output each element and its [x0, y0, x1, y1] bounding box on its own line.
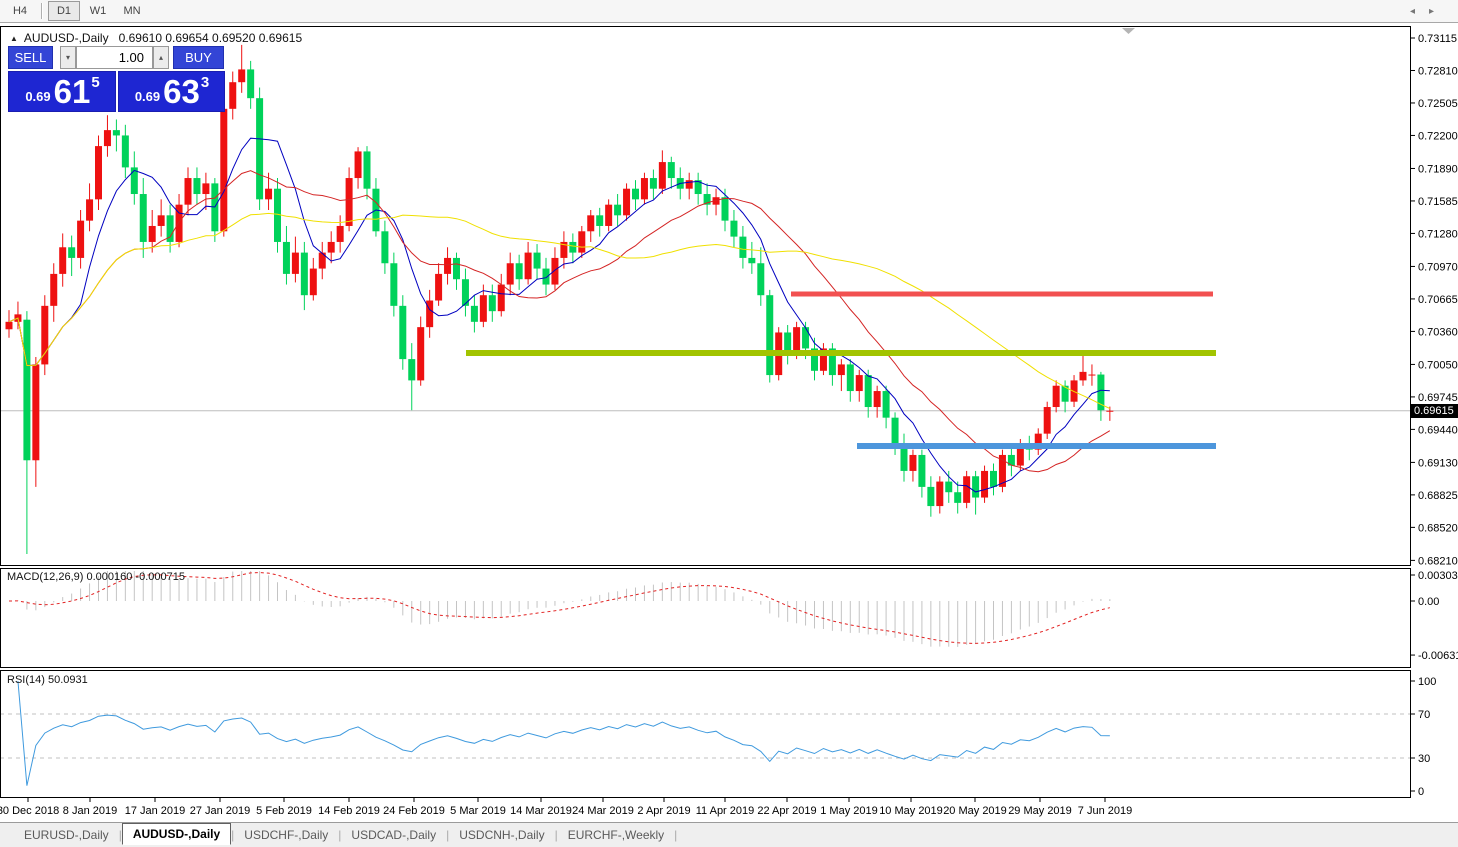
buy-button[interactable]: BUY: [173, 46, 224, 69]
buy-price-prefix: 0.69: [135, 89, 160, 104]
svg-text:5 Mar 2019: 5 Mar 2019: [450, 805, 506, 817]
sell-price-big: 61: [54, 75, 91, 108]
buy-price-pipette: 3: [201, 74, 209, 91]
tab-usdchf-daily[interactable]: USDCHF-,Daily: [234, 825, 338, 845]
volume-input[interactable]: [76, 46, 153, 69]
sell-price-pipette: 5: [91, 74, 99, 91]
sell-price-prefix: 0.69: [25, 89, 50, 104]
macd-label: MACD(12,26,9) 0.000160 -0.000715: [7, 571, 185, 583]
svg-text:0.69745: 0.69745: [1418, 392, 1458, 404]
svg-text:70: 70: [1418, 709, 1430, 721]
svg-text:8 Jan 2019: 8 Jan 2019: [63, 805, 117, 817]
svg-text:0.00: 0.00: [1418, 596, 1439, 608]
chart-title: ▲ AUDUSD-,Daily 0.69610 0.69654 0.69520 0.…: [10, 31, 302, 45]
svg-text:0: 0: [1418, 786, 1424, 798]
trading-platform-window: H4D1W1MN 0.731150.728100.725050.722000.7…: [0, 0, 1458, 847]
svg-text:0.69130: 0.69130: [1418, 457, 1458, 469]
tab-scroll-left-icon[interactable]: ◂: [1410, 6, 1429, 17]
svg-text:1 May 2019: 1 May 2019: [820, 805, 877, 817]
svg-text:2 Apr 2019: 2 Apr 2019: [637, 805, 690, 817]
tab-eurusd-daily[interactable]: EURUSD-,Daily: [14, 825, 119, 845]
svg-text:29 May 2019: 29 May 2019: [1008, 805, 1072, 817]
svg-text:0.68825: 0.68825: [1418, 490, 1458, 502]
svg-text:24 Feb 2019: 24 Feb 2019: [383, 805, 445, 817]
symbol-period-label: AUDUSD-,Daily: [24, 31, 109, 45]
tab-scroll-right-icon[interactable]: ▸: [1429, 6, 1448, 17]
tab-usdcad-daily[interactable]: USDCAD-,Daily: [341, 825, 446, 845]
svg-text:30 Dec 2018: 30 Dec 2018: [0, 805, 59, 817]
sell-button[interactable]: SELL: [8, 46, 53, 69]
svg-text:0.72505: 0.72505: [1418, 98, 1458, 110]
svg-text:0.71890: 0.71890: [1418, 163, 1458, 175]
svg-text:100: 100: [1418, 676, 1436, 688]
svg-text:0.003035: 0.003035: [1418, 570, 1458, 582]
svg-text:0.68520: 0.68520: [1418, 522, 1458, 534]
rsi-label: RSI(14) 50.0931: [7, 674, 88, 686]
svg-text:0.72810: 0.72810: [1418, 65, 1458, 77]
sell-price-tile[interactable]: 0.69 61 5: [8, 71, 116, 112]
current-price-tag: 0.69615: [1411, 404, 1458, 418]
svg-text:14 Mar 2019: 14 Mar 2019: [510, 805, 572, 817]
svg-text:0.70360: 0.70360: [1418, 326, 1458, 338]
tab-audusd-daily[interactable]: AUDUSD-,Daily: [122, 823, 231, 845]
svg-text:30: 30: [1418, 753, 1430, 765]
pane-bg-rsi: [1, 671, 1411, 798]
svg-text:7 Jun 2019: 7 Jun 2019: [1078, 805, 1132, 817]
svg-text:5 Feb 2019: 5 Feb 2019: [256, 805, 312, 817]
volume-decrease-button[interactable]: ▾: [60, 46, 76, 69]
svg-text:0.70050: 0.70050: [1418, 359, 1458, 371]
svg-text:0.72200: 0.72200: [1418, 130, 1458, 142]
date-axis: 30 Dec 2018 8 Jan 2019 17 Jan 2019 27 Jan 2…: [0, 798, 1132, 818]
tab-separator: |: [674, 828, 677, 842]
svg-text:0.71585: 0.71585: [1418, 196, 1458, 208]
svg-text:0.69440: 0.69440: [1418, 424, 1458, 436]
svg-text:14 Feb 2019: 14 Feb 2019: [318, 805, 380, 817]
svg-text:22 Apr 2019: 22 Apr 2019: [757, 805, 816, 817]
buy-price-big: 63: [163, 75, 200, 108]
tab-scroll-arrows[interactable]: ◂▸: [1410, 6, 1448, 17]
svg-text:0.73115: 0.73115: [1418, 33, 1457, 45]
svg-text:0.70665: 0.70665: [1418, 294, 1458, 306]
svg-text:0.70970: 0.70970: [1418, 261, 1458, 273]
pane-bg-macd: [1, 569, 1411, 668]
svg-text:10 May 2019: 10 May 2019: [879, 805, 943, 817]
svg-text:11 Apr 2019: 11 Apr 2019: [696, 805, 755, 817]
svg-text:24 Mar 2019: 24 Mar 2019: [572, 805, 634, 817]
ohlc-values: 0.69610 0.69654 0.69520 0.69615: [119, 31, 303, 45]
svg-text:0.71280: 0.71280: [1418, 228, 1458, 240]
chart-canvas[interactable]: 0.73115 0.72810 0.72505 0.72200 0.71890 0.715…: [0, 0, 1458, 847]
svg-text:27 Jan 2019: 27 Jan 2019: [190, 805, 251, 817]
svg-text:-0.00631: -0.00631: [1418, 650, 1458, 662]
svg-text:17 Jan 2019: 17 Jan 2019: [125, 805, 186, 817]
tab-usdcnh-daily[interactable]: USDCNH-,Daily: [449, 825, 554, 845]
svg-text:0.68210: 0.68210: [1418, 555, 1458, 567]
chart-tab-bar: EURUSD-,Daily | AUDUSD-,Daily | USDCHF-,…: [0, 822, 1458, 847]
svg-text:20 May 2019: 20 May 2019: [943, 805, 1007, 817]
tab-eurchf-weekly[interactable]: EURCHF-,Weekly: [558, 825, 674, 845]
buy-price-tile[interactable]: 0.69 63 3: [118, 71, 225, 112]
one-click-trade-panel: SELL ▾ ▴ BUY 0.69 61 5 0.69 63 3: [8, 44, 226, 112]
collapse-triangle-icon[interactable]: ▲: [10, 34, 18, 43]
volume-increase-button[interactable]: ▴: [153, 46, 169, 69]
